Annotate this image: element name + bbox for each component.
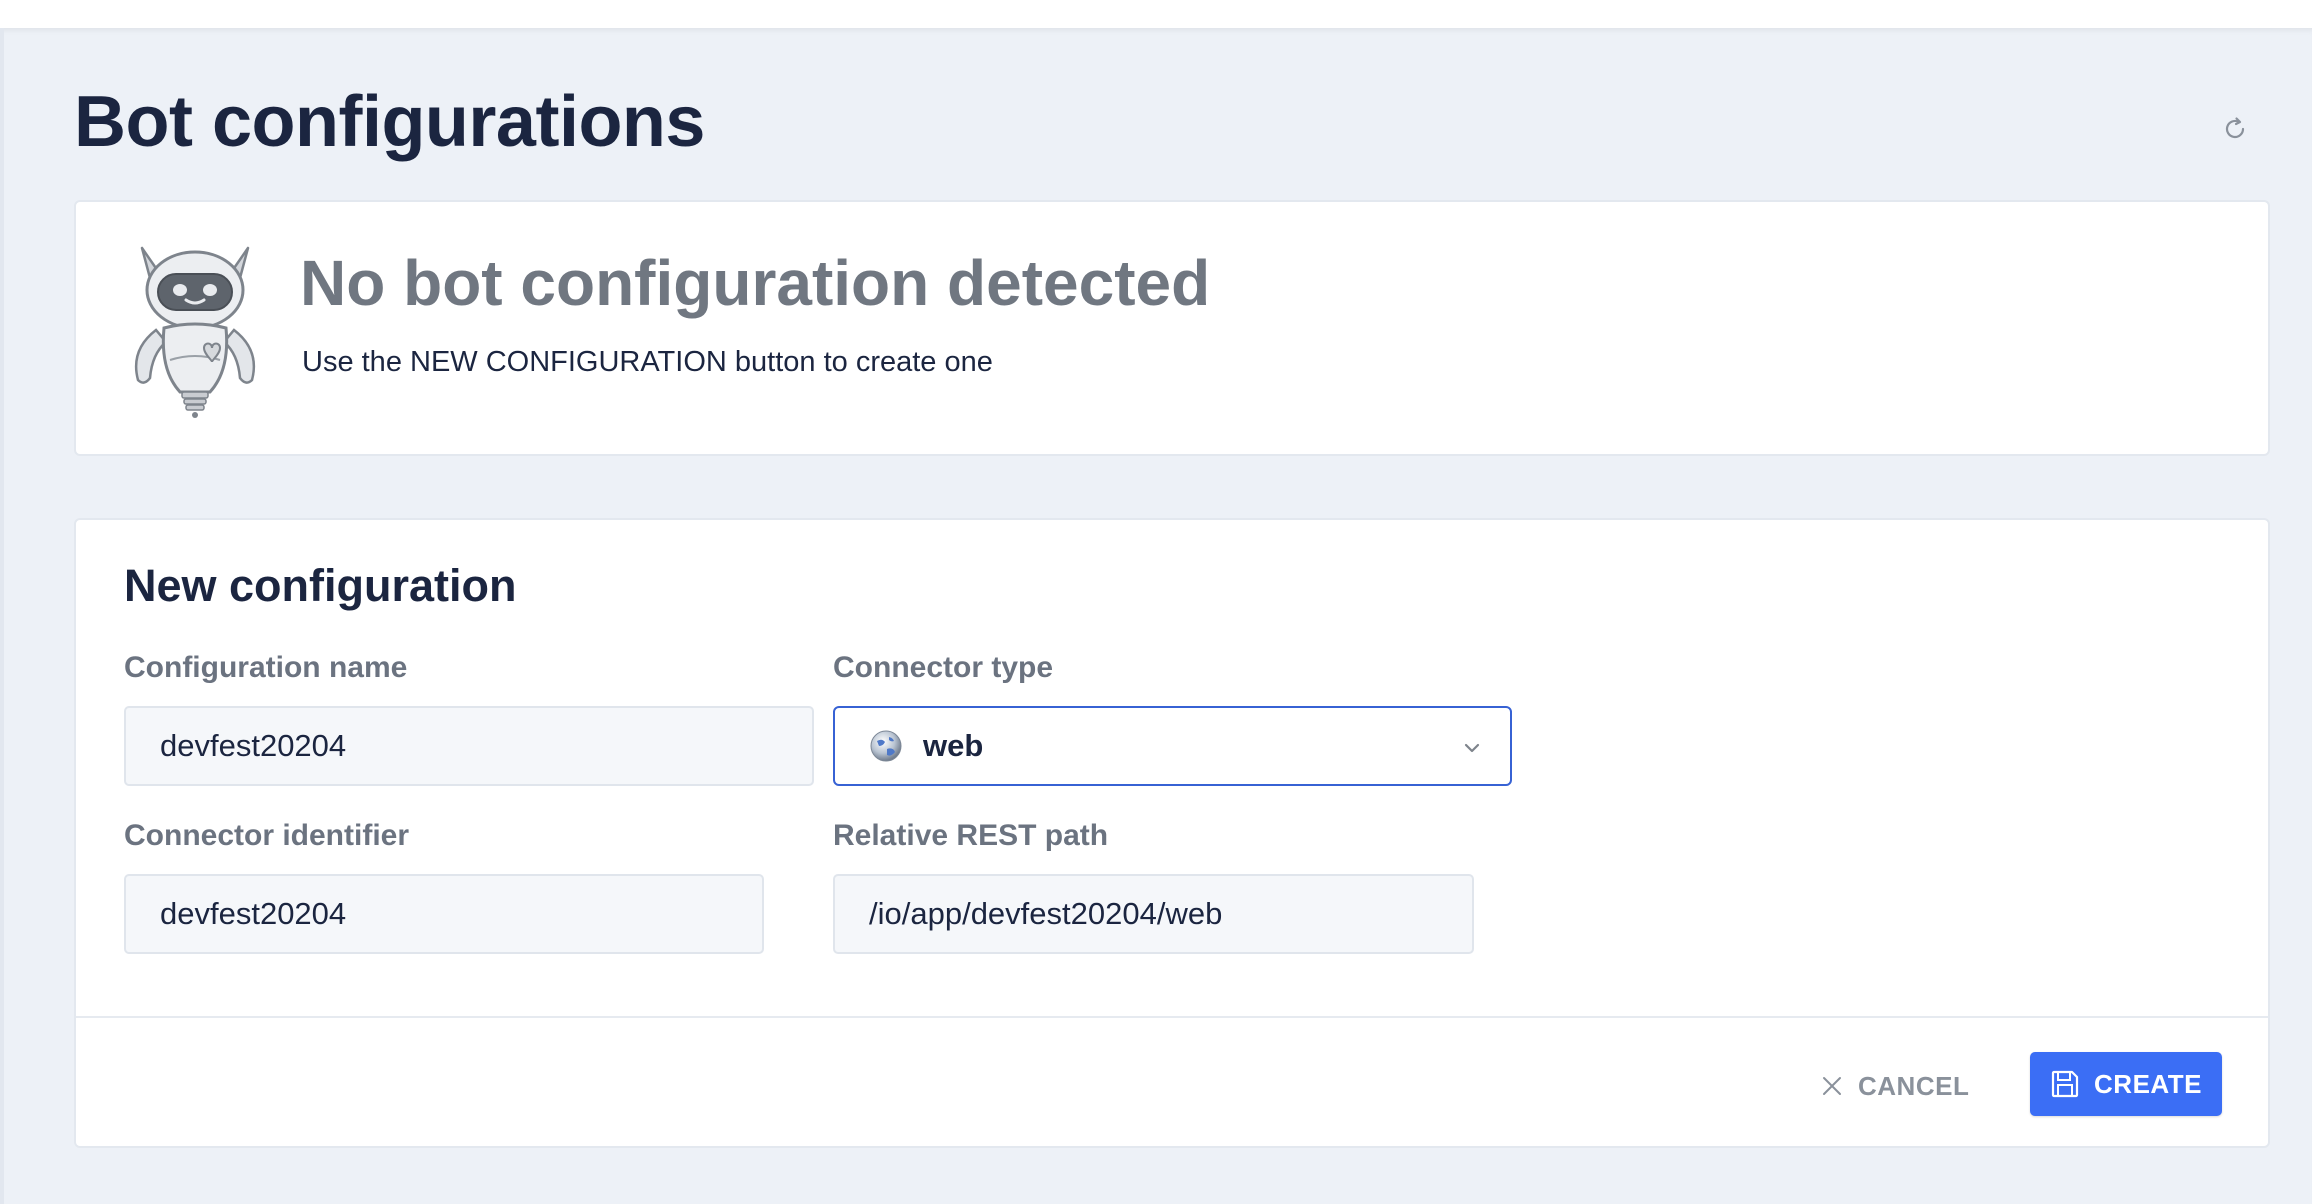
relative-rest-path-label: Relative REST path (833, 819, 1109, 852)
connector-type-select[interactable]: web (833, 706, 1512, 786)
configuration-name-label: Configuration name (124, 651, 408, 684)
empty-state-title: No bot configuration detected (300, 247, 1211, 319)
form-footer-divider (76, 1016, 2268, 1018)
create-button-label: CREATE (2094, 1068, 2202, 1099)
robot-mascot-icon (134, 246, 256, 418)
refresh-icon (2225, 117, 2245, 139)
left-edge-divider (0, 28, 4, 1204)
save-icon (2051, 1070, 2079, 1098)
empty-state-subtitle: Use the NEW CONFIGURATION button to crea… (302, 346, 993, 378)
configuration-name-input[interactable] (124, 706, 814, 786)
page-title: Bot configurations (74, 82, 705, 162)
chevron-down-icon (1464, 743, 1480, 753)
relative-rest-path-input[interactable] (833, 874, 1474, 954)
create-button[interactable]: CREATE (2030, 1052, 2222, 1116)
close-icon (1823, 1077, 1841, 1095)
cancel-button[interactable]: CANCEL (1820, 1056, 1969, 1116)
connector-identifier-label: Connector identifier (124, 819, 410, 852)
connector-type-label: Connector type (833, 651, 1054, 684)
globe-icon (870, 730, 902, 762)
form-title: New configuration (124, 560, 517, 611)
refresh-button[interactable] (2218, 112, 2252, 146)
empty-state-card: No bot configuration detected Use the NE… (74, 200, 2270, 456)
connector-identifier-input[interactable] (124, 874, 764, 954)
cancel-button-label: CANCEL (1858, 1070, 1970, 1101)
new-configuration-card: New configuration Configuration name Con… (74, 518, 2270, 1148)
connector-type-value: web (923, 728, 984, 763)
